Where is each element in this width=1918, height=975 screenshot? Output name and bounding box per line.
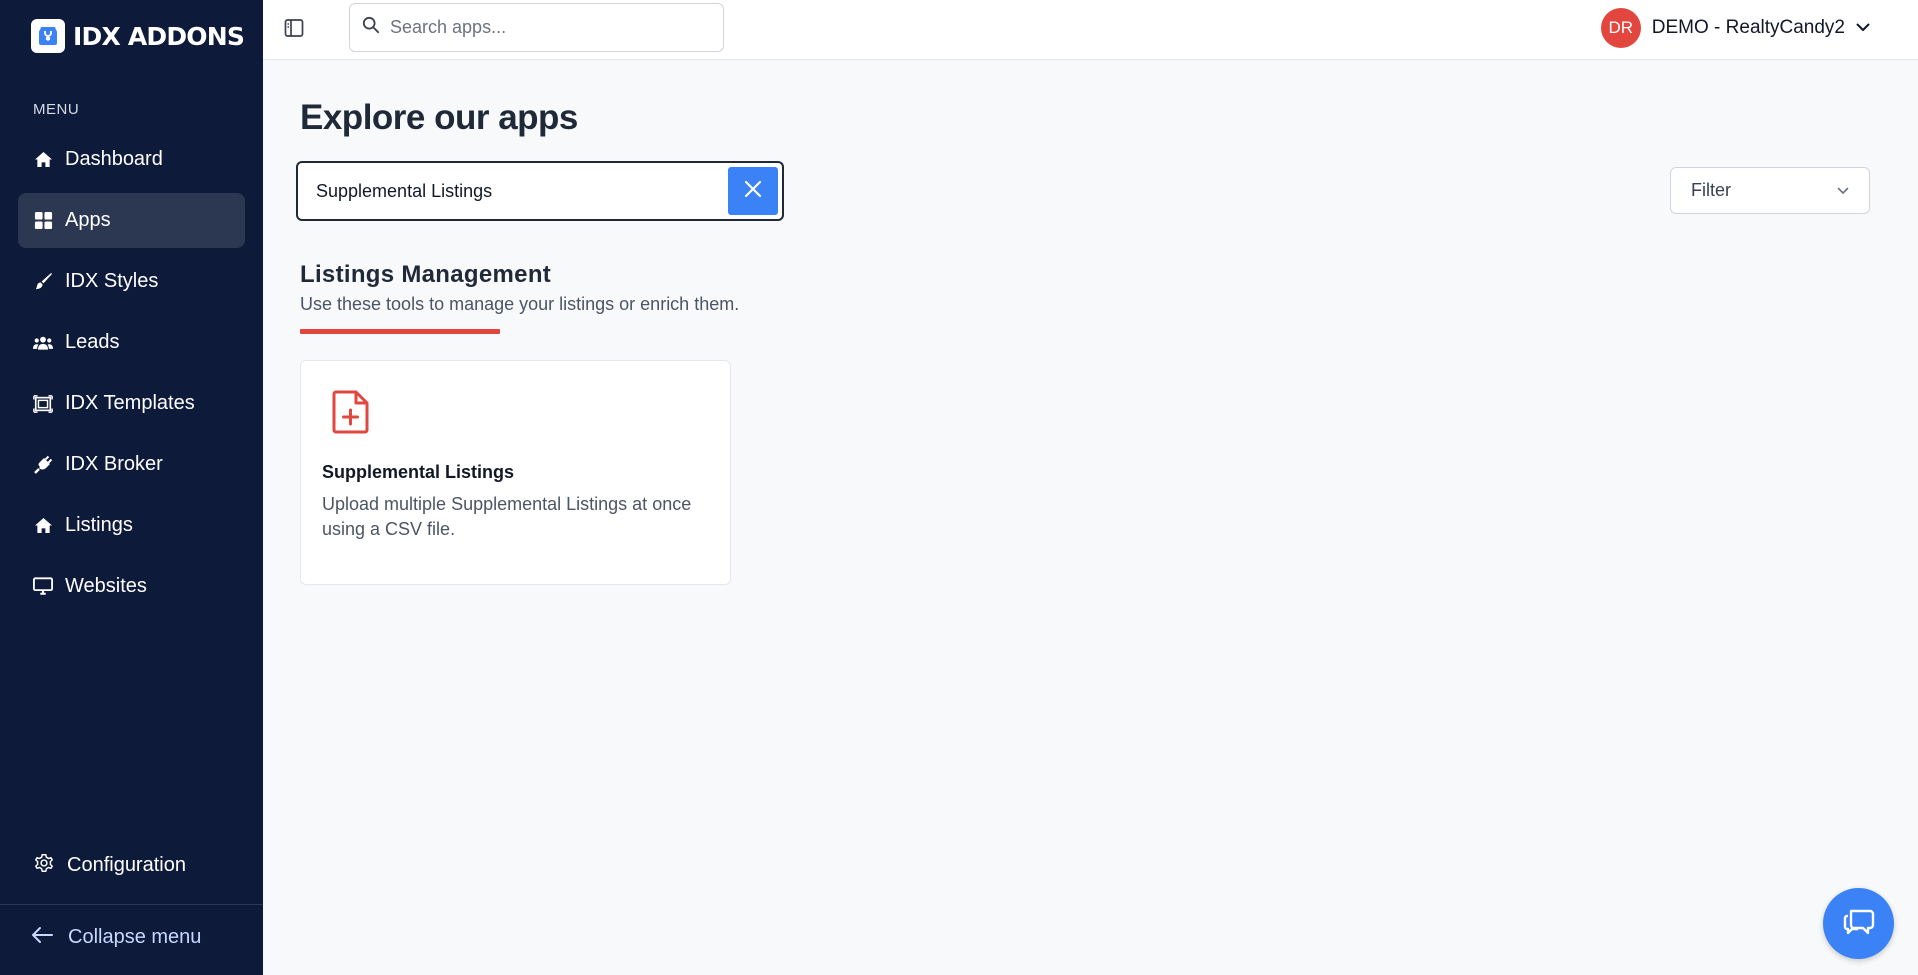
user-menu[interactable]: DR DEMO - RealtyCandy2	[1600, 8, 1870, 48]
users-icon	[33, 333, 53, 353]
sidebar-toggle-button[interactable]	[284, 18, 306, 40]
sidebar-item-leads[interactable]: Leads	[18, 315, 245, 370]
top-search-box	[349, 3, 724, 52]
paintbrush-icon	[33, 272, 53, 292]
close-icon	[743, 179, 763, 204]
section-title: Listings Management	[300, 261, 552, 288]
file-plus-icon	[331, 389, 371, 440]
collapse-menu-label: Collapse menu	[68, 926, 202, 948]
template-icon	[33, 394, 53, 414]
app-search-box	[296, 161, 784, 221]
brand-name: IDX ADDONS	[73, 21, 245, 51]
app-card-title: Supplemental Listings	[322, 462, 515, 482]
sidebar-item-label: IDX Styles	[65, 270, 159, 292]
chat-button[interactable]	[1823, 888, 1894, 959]
top-search-input[interactable]	[390, 17, 700, 38]
sidebar-item-label: Apps	[65, 209, 111, 231]
clear-search-button[interactable]	[728, 167, 778, 215]
sidebar-item-idx-templates[interactable]: IDX Templates	[18, 376, 245, 431]
sidebar-nav: Dashboard Apps IDX Styles Leads IDX Temp…	[18, 132, 245, 620]
avatar: DR	[1600, 8, 1641, 48]
sidebar-item-label: Listings	[65, 514, 133, 536]
sidebar-item-websites[interactable]: Websites	[18, 559, 245, 614]
menu-heading: MENU	[33, 101, 80, 118]
filter-dropdown[interactable]: Filter	[1670, 167, 1870, 214]
store-icon	[31, 19, 65, 53]
app-card-supplemental-listings[interactable]: Supplemental Listings Upload multiple Su…	[300, 360, 731, 585]
page-title: Explore our apps	[300, 98, 578, 137]
sidebar-item-idx-styles[interactable]: IDX Styles	[18, 254, 245, 309]
sidebar-item-dashboard[interactable]: Dashboard	[18, 132, 245, 187]
sidebar-item-apps[interactable]: Apps	[18, 193, 245, 248]
sidebar-divider	[0, 904, 263, 905]
sidebar-item-configuration[interactable]: Configuration	[33, 852, 186, 879]
plug-icon	[33, 455, 53, 475]
sidebar-item-label: IDX Broker	[65, 453, 163, 475]
top-header: DR DEMO - RealtyCandy2	[263, 0, 1918, 60]
section-subtitle: Use these tools to manage your listings …	[300, 294, 740, 314]
grid-icon	[33, 211, 53, 231]
brand-logo[interactable]: IDX ADDONS	[31, 19, 245, 53]
app-search-input[interactable]	[298, 180, 728, 202]
configuration-label: Configuration	[67, 854, 186, 876]
app-card-description: Upload multiple Supplemental Listings at…	[322, 494, 692, 539]
collapse-menu-button[interactable]: Collapse menu	[30, 926, 201, 949]
arrow-left-icon	[30, 926, 54, 949]
home-icon	[33, 150, 53, 170]
sidebar-item-label: Websites	[65, 575, 147, 597]
sidebar-item-label: Dashboard	[65, 148, 163, 170]
sidebar-item-idx-broker[interactable]: IDX Broker	[18, 437, 245, 492]
filter-label: Filter	[1691, 180, 1731, 200]
chevron-down-icon	[1837, 182, 1849, 200]
sidebar-item-label: IDX Templates	[65, 392, 195, 414]
search-icon	[362, 16, 380, 39]
monitor-icon	[33, 577, 53, 597]
chat-icon	[1842, 905, 1876, 942]
sidebar-item-listings[interactable]: Listings	[18, 498, 245, 553]
chevron-down-icon	[1856, 19, 1870, 37]
sidebar-item-label: Leads	[65, 331, 120, 353]
gear-icon	[33, 852, 55, 879]
home-icon	[33, 516, 53, 536]
sidebar-toggle-icon	[284, 19, 304, 42]
section-underline	[300, 329, 500, 334]
sidebar: IDX ADDONS MENU Dashboard Apps IDX Style…	[0, 0, 263, 975]
user-name: DEMO - RealtyCandy2	[1651, 17, 1845, 38]
